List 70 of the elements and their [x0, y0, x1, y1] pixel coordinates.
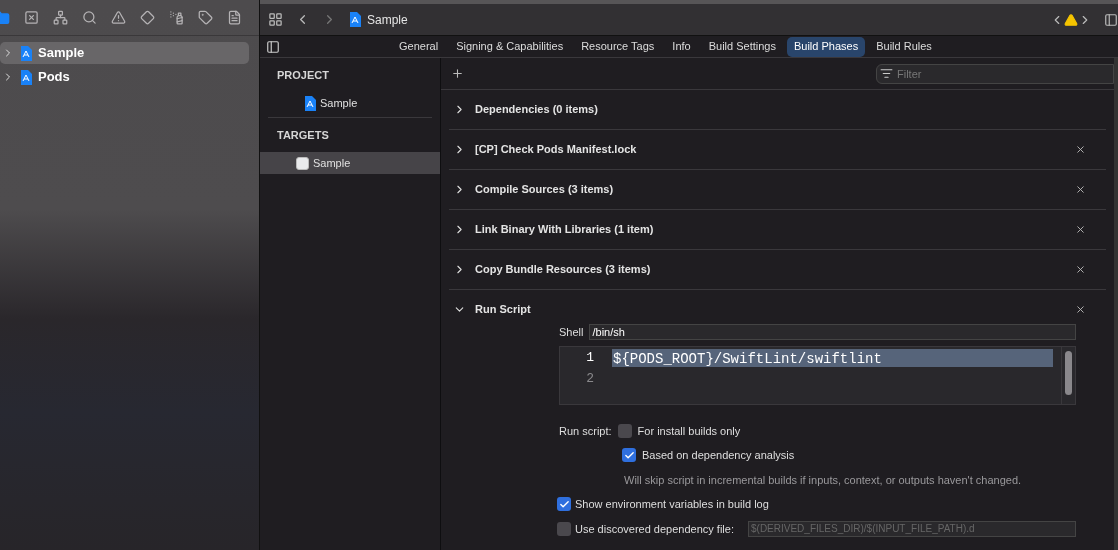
file-icon [304, 96, 316, 111]
file-icon [20, 45, 32, 61]
list-document-icon[interactable] [227, 10, 242, 25]
item-label: Sample [320, 96, 358, 112]
close-icon[interactable] [1075, 304, 1086, 315]
sidebar-toggle-icon[interactable] [266, 39, 280, 54]
checkbox[interactable] [622, 448, 636, 463]
run-script-label: Run script: [559, 423, 612, 439]
close-icon[interactable] [1075, 264, 1086, 275]
phase-title: Link Binary With Libraries (1 item) [475, 222, 655, 238]
file-icon [349, 12, 361, 27]
phase-title: [CP] Check Pods Manifest.lock [475, 142, 638, 158]
tab[interactable]: Signing & Capabilities [449, 36, 571, 57]
add-editor-icon[interactable] [1104, 12, 1118, 27]
tab[interactable]: Build Phases [786, 36, 866, 57]
checkbox[interactable] [557, 497, 571, 512]
option-label: For install builds only [637, 423, 741, 439]
note-text: Will skip script in incremental builds if inputs, context, or outputs haven't changed. [623, 472, 1023, 488]
item-label: Sample [313, 155, 351, 171]
phase-header[interactable]: Dependencies (0 items) [449, 90, 1106, 129]
warning-icon[interactable] [1064, 12, 1078, 27]
filter-field[interactable]: Filter [876, 63, 1114, 84]
section-header: PROJECT [277, 67, 329, 83]
line-number: 1 [585, 349, 594, 368]
diamond-icon[interactable] [140, 10, 155, 25]
tag-icon[interactable] [198, 10, 213, 25]
option-label: Use discovered dependency file: [575, 521, 734, 537]
phase-title: Compile Sources (3 items) [475, 182, 615, 198]
checkbox[interactable] [617, 423, 632, 438]
phase-header[interactable]: Link Binary With Libraries (1 item) [449, 210, 1106, 249]
close-icon[interactable] [1075, 144, 1086, 155]
warning-icon[interactable] [111, 10, 126, 25]
tab[interactable]: Resource Tags [574, 36, 662, 57]
phase-header[interactable]: Copy Bundle Resources (3 items) [449, 250, 1106, 289]
close-icon[interactable] [1075, 184, 1086, 195]
spray-icon[interactable] [169, 10, 184, 25]
grid-icon[interactable] [268, 12, 283, 27]
target-item[interactable]: Sample [260, 152, 440, 174]
tab[interactable]: Build Settings [701, 36, 783, 57]
close-square-icon[interactable] [24, 10, 39, 25]
app-icon [296, 156, 309, 170]
scrollbar-thumb[interactable] [1065, 350, 1072, 395]
phase-title: Run Script [475, 302, 532, 318]
filter-icon [880, 66, 893, 80]
phase-header[interactable]: Compile Sources (3 items) [449, 170, 1106, 209]
option-label: Show environment variables in build log [575, 497, 769, 512]
file-icon [20, 69, 32, 85]
shell-field[interactable]: /bin/sh [589, 324, 1076, 341]
section-header: TARGETS [277, 127, 329, 143]
line-number: 2 [585, 370, 594, 389]
navigator-item[interactable]: Sample [0, 42, 249, 64]
dependency-file-field[interactable]: $(DERIVED_FILES_DIR)/$(INPUT_FILE_PATH).d [748, 520, 1076, 537]
phase-header[interactable]: [CP] Check Pods Manifest.lock [449, 130, 1106, 169]
tab[interactable]: General [392, 36, 446, 57]
hierarchy-icon[interactable] [53, 10, 68, 25]
close-icon[interactable] [1075, 224, 1086, 235]
script-editor[interactable]: 1 ${PODS_ROOT}/SwiftLint/swiftlint 2 [559, 345, 1076, 405]
tab[interactable]: Info [665, 36, 698, 57]
breadcrumb[interactable]: Sample [367, 10, 408, 29]
checkbox[interactable] [557, 521, 571, 536]
add-icon[interactable] [451, 67, 464, 80]
tab[interactable]: Build Rules [869, 36, 939, 57]
navigator-item[interactable]: Pods [0, 66, 249, 88]
item-label: Sample [38, 44, 85, 63]
item-label: Pods [38, 68, 70, 87]
phase-title: Dependencies (0 items) [475, 102, 599, 118]
search-icon[interactable] [82, 10, 97, 25]
phase-title: Copy Bundle Resources (3 items) [475, 262, 652, 278]
target-item[interactable]: Sample [268, 92, 432, 118]
option-label: Based on dependency analysis [642, 448, 795, 463]
